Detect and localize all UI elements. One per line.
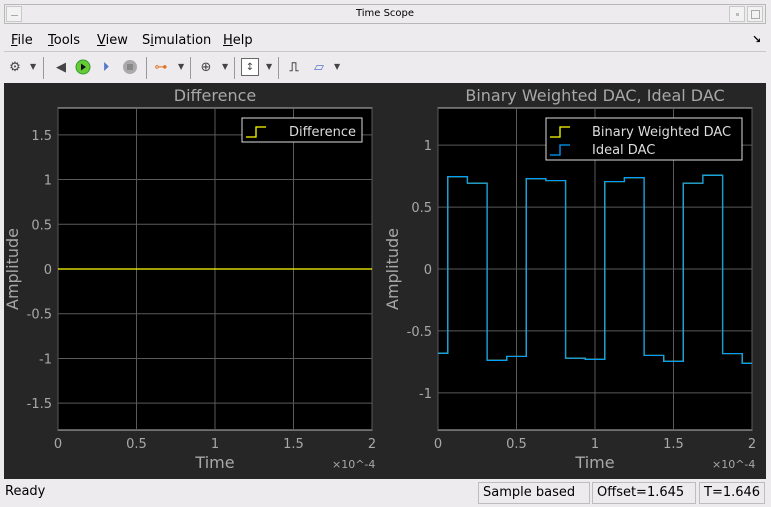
dropdown-arrow-icon[interactable]: ▼: [178, 62, 184, 71]
menu-view[interactable]: View: [97, 33, 128, 48]
x-exponent-label: ×10^-4: [712, 458, 755, 471]
step-forward-icon[interactable]: ⏵: [97, 58, 115, 76]
undock-icon[interactable]: ↘: [752, 33, 761, 46]
x-tick-label: 0.5: [506, 437, 527, 452]
y-tick-label: 1.5: [31, 129, 52, 144]
dropdown-arrow-icon[interactable]: ▼: [334, 62, 340, 71]
y-axis-label: Amplitude: [383, 228, 402, 310]
chart-title: Difference: [174, 86, 256, 105]
status-bar: Ready Sample based Offset=1.645 T=1.646: [0, 480, 771, 507]
title-bar: Time Scope: [4, 4, 766, 24]
y-tick-label: 0.5: [411, 201, 432, 216]
zoom-in-icon[interactable]: ⊕: [197, 58, 215, 76]
window-title: Time Scope: [355, 8, 415, 19]
y-tick-label: 0.5: [31, 218, 52, 233]
status-mode: Sample based: [478, 482, 590, 504]
stop-icon[interactable]: [121, 58, 139, 76]
y-tick-label: -0.5: [407, 325, 432, 340]
chart-title: Binary Weighted DAC, Ideal DAC: [465, 86, 724, 105]
scale-axes-icon[interactable]: ↕: [241, 58, 259, 76]
restore-icon[interactable]: ◀: [52, 58, 70, 76]
dropdown-arrow-icon[interactable]: ▼: [30, 62, 36, 71]
y-tick-label: -1.5: [27, 397, 52, 412]
legend[interactable]: Binary Weighted DAC Ideal DAC: [545, 117, 743, 161]
measurements-icon[interactable]: ▱: [310, 58, 328, 76]
axes-0: 0 0.5 1 1.5 2 -1.5 -1 -0.5 0 0.5 1 1.5 Difference Tim…: [4, 86, 376, 472]
y-tick-label: 0: [44, 263, 52, 278]
y-tick-label: -1: [39, 352, 52, 367]
triggers-icon[interactable]: ⎍: [285, 58, 303, 76]
x-axis-label: Time: [574, 453, 614, 472]
y-tick-label: 0: [424, 263, 432, 278]
status-offset: Offset=1.645: [592, 482, 696, 504]
x-tick-label: 1.5: [283, 437, 304, 452]
x-exponent-label: ×10^-4: [332, 458, 375, 471]
x-tick-label: 1: [591, 437, 599, 452]
minimize-button[interactable]: [729, 6, 745, 22]
y-axis-label: Amplitude: [4, 228, 22, 310]
run-icon[interactable]: [74, 58, 92, 76]
x-axis-label: Time: [194, 453, 234, 472]
x-tick-label: 0: [434, 437, 442, 452]
x-tick-label: 0.5: [126, 437, 147, 452]
y-tick-label: 1: [424, 139, 432, 154]
settings-icon[interactable]: ⚙: [6, 58, 24, 76]
menu-tools[interactable]: Tools: [48, 33, 80, 48]
dropdown-arrow-icon[interactable]: ▼: [222, 62, 228, 71]
menu-bar: File Tools View Simulation Help: [4, 30, 766, 52]
menu-help[interactable]: Help: [223, 33, 253, 48]
legend-entry: Difference: [289, 125, 356, 140]
dropdown-arrow-icon[interactable]: ▼: [266, 62, 272, 71]
y-tick-label: -0.5: [27, 308, 52, 323]
legend-entry: Ideal DAC: [592, 143, 655, 158]
menu-simulation[interactable]: Simulation: [142, 33, 211, 48]
legend-entry: Binary Weighted DAC: [592, 125, 731, 140]
x-tick-label: 2: [368, 437, 376, 452]
plots-canvas: 0 0.5 1 1.5 2 -1 -0.5 0 0.5 1 Binary Weighted DAC,…: [4, 86, 756, 472]
menu-file[interactable]: File: [11, 33, 33, 48]
status-time: T=1.646: [699, 482, 765, 504]
status-ready: Ready: [5, 484, 46, 499]
y-tick-label: -1: [419, 387, 432, 402]
x-tick-label: 0: [54, 437, 62, 452]
axes-1: 0 0.5 1 1.5 2 -1 -0.5 0 0.5 1 Binary Weighted DAC,…: [383, 86, 756, 472]
legend[interactable]: Difference: [241, 117, 363, 143]
signal-selector-icon[interactable]: ⊶: [152, 58, 170, 76]
x-tick-label: 2: [748, 437, 756, 452]
scope-display: 0 0.5 1 1.5 2 -1 -0.5 0 0.5 1 Binary Weighted DAC,…: [4, 83, 766, 479]
y-tick-label: 1: [44, 174, 52, 189]
maximize-button[interactable]: [747, 6, 763, 22]
x-tick-label: 1.5: [663, 437, 684, 452]
x-tick-label: 1: [211, 437, 219, 452]
toolbar: ⚙ ▼ ◀ ⏵ ⊶ ▼ ⊕ ▼ ↕ ▼ ⎍ ▱ ▼: [4, 54, 766, 81]
